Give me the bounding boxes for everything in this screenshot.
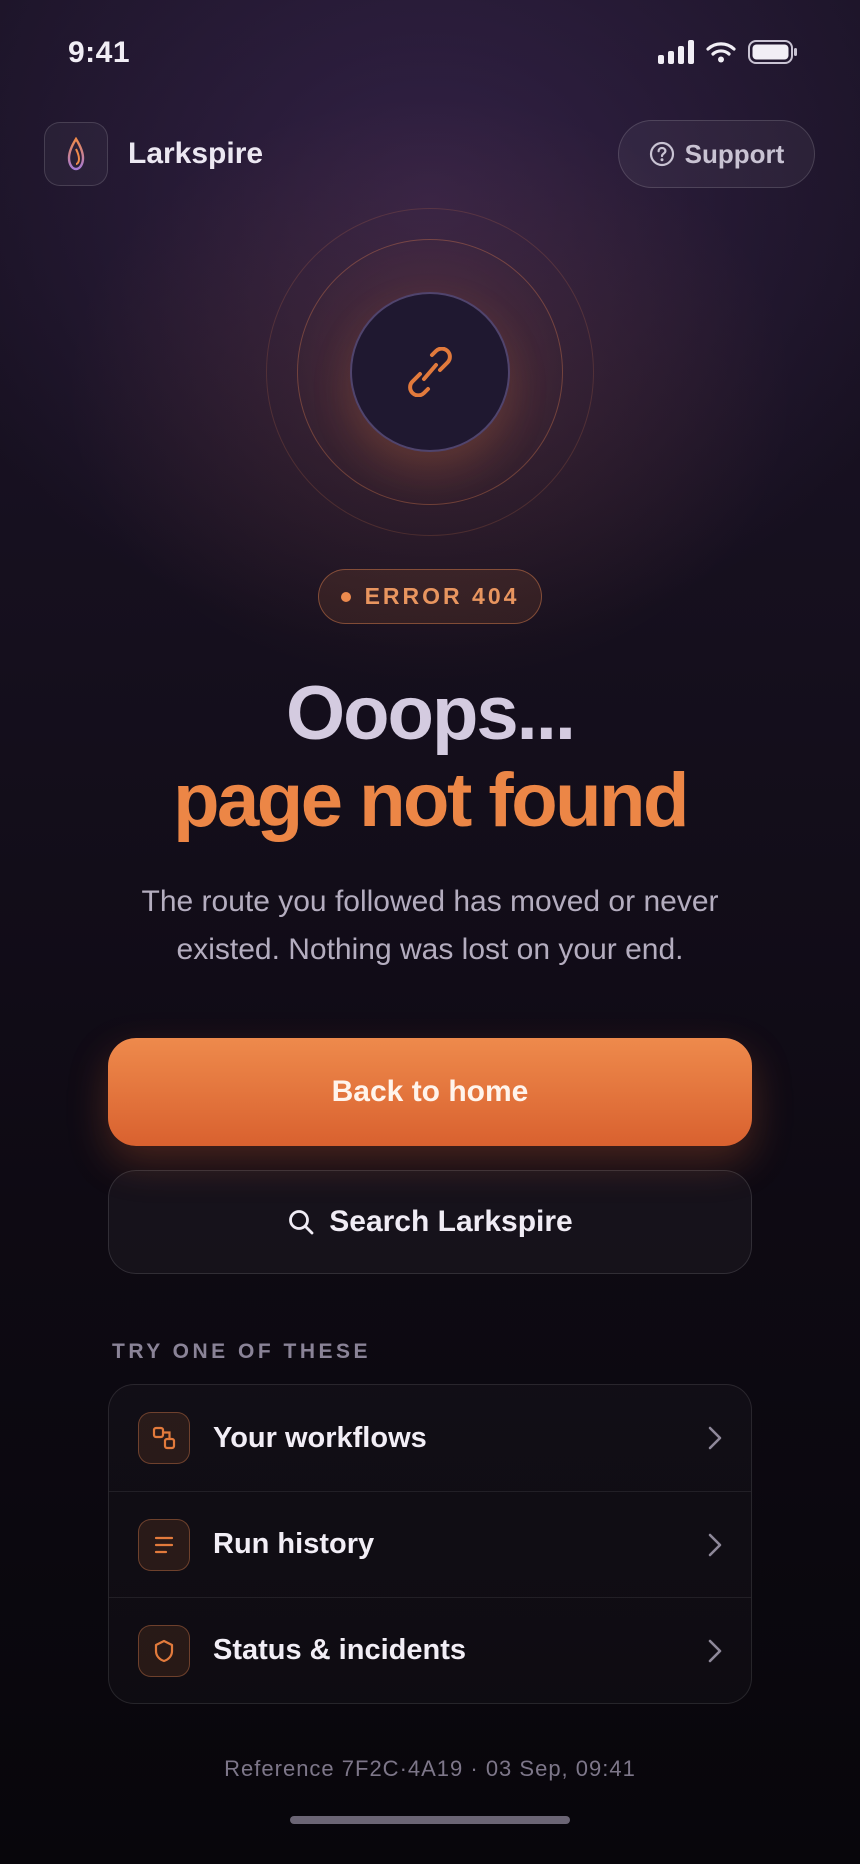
shield-icon <box>138 1624 190 1677</box>
chevron-right-icon <box>708 1426 722 1450</box>
headline-primary: Ooops... <box>286 671 576 756</box>
brand-logo[interactable] <box>44 122 108 186</box>
status-icons <box>658 40 798 64</box>
suggestion-workflows[interactable]: Your workflows <box>109 1385 751 1491</box>
home-indicator[interactable] <box>290 1816 570 1824</box>
brand-name: Larkspire <box>128 137 264 170</box>
list-icon <box>138 1518 190 1571</box>
suggestion-status-incidents[interactable]: Status & incidents <box>109 1597 751 1703</box>
error-description: The route you followed has moved or neve… <box>141 885 719 966</box>
suggestion-label: Status & incidents <box>213 1634 466 1666</box>
battery-icon <box>748 40 798 64</box>
help-circle-icon <box>649 141 674 167</box>
error-code: ERROR 404 <box>364 583 520 609</box>
suggestions-heading: TRY ONE OF THESE <box>112 1340 372 1363</box>
error-badge: ERROR 404 <box>318 569 542 624</box>
chevron-right-icon <box>708 1533 722 1556</box>
hero-link-badge <box>350 292 510 452</box>
wifi-icon <box>706 41 736 63</box>
support-button[interactable]: Support <box>618 120 815 188</box>
workflow-icon <box>138 1412 190 1464</box>
search-button[interactable]: Search Larkspire <box>108 1170 752 1274</box>
signal-icon <box>658 40 694 64</box>
back-to-home-button[interactable]: Back to home <box>108 1038 752 1146</box>
back-to-home-label: Back to home <box>331 1075 529 1108</box>
headline-accent: page not found <box>173 758 689 843</box>
not-found-screen: 9:41 Larkspire Support ERROR 404 Ooops..… <box>0 0 860 1864</box>
broken-link-icon <box>408 347 452 397</box>
status-dot <box>340 591 351 602</box>
chevron-right-icon <box>708 1639 722 1662</box>
suggestion-label: Your workflows <box>213 1421 427 1454</box>
status-time: 9:41 <box>68 36 131 69</box>
flame-logo-icon <box>67 137 85 171</box>
support-label: Support <box>684 138 785 169</box>
suggestion-run-history[interactable]: Run history <box>109 1491 751 1597</box>
search-icon <box>289 1210 314 1235</box>
search-label: Search Larkspire <box>329 1205 573 1238</box>
suggestions-list: Your workflows Run history Status & inci… <box>108 1384 752 1704</box>
suggestion-label: Run history <box>213 1528 375 1560</box>
reference-footer: Reference 7F2C·4A19 · 03 Sep, 09:41 <box>224 1756 636 1781</box>
